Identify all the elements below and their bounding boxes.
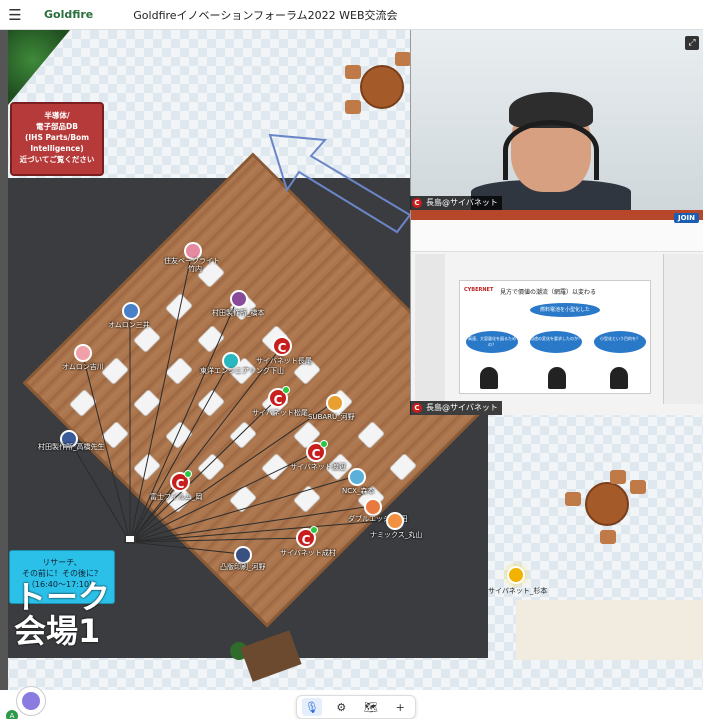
video-name-label: C 長島@サイバネット xyxy=(410,401,502,415)
participant-avatar[interactable] xyxy=(74,344,92,362)
video-name-text: 長島@サイバネット xyxy=(426,198,498,207)
participant-avatar[interactable] xyxy=(122,302,140,320)
participant-name: ナミックス_丸山 xyxy=(370,531,423,539)
expand-icon[interactable]: ⤢ xyxy=(685,36,699,50)
participant-avatar-cybernet[interactable]: C xyxy=(272,336,292,356)
headset-icon xyxy=(503,120,599,180)
session-info-line: リサーチ、 xyxy=(42,558,82,567)
participant-name: 東洋エンジニアリング下山 xyxy=(200,367,284,375)
bar-shelf xyxy=(516,600,703,660)
speaking-indicator xyxy=(184,470,192,478)
participant-avatar[interactable] xyxy=(386,512,404,530)
control-toolbar: 🎙 ⚙ 🗺 + xyxy=(296,695,416,719)
participant-name: 村田製作所_橋本 xyxy=(212,309,265,317)
map-icon[interactable]: 🗺 xyxy=(361,698,381,716)
person-figure-icon xyxy=(480,367,498,389)
event-title: Goldfireイノベーションフォーラム2022 WEB交流会 xyxy=(133,8,398,22)
assistant-badge: A xyxy=(6,710,18,719)
participant-name: オムロン三井 xyxy=(108,321,150,329)
talk-area-label: トーク 会場1 xyxy=(14,580,110,648)
participant-name: サイバネット松尾 xyxy=(252,409,308,417)
participant-name: 富士フイルム_岡 xyxy=(150,493,203,501)
talk-area-label-line1: トーク xyxy=(14,578,111,616)
presentation-slide: CYBERNET 見方で價値の潮流（網羅）以変わる 燃料電池を小型化した 高速、… xyxy=(459,280,651,394)
participant-avatar[interactable] xyxy=(348,468,366,486)
person-figure-icon xyxy=(548,367,566,389)
talk-area-label-line2: 会場1 xyxy=(14,612,101,650)
brand-logo: Goldfire xyxy=(44,8,94,21)
person-figure-icon xyxy=(610,367,628,389)
video-name-label: C 長島@サイバネット xyxy=(410,196,502,210)
cybernet-logo-icon: C xyxy=(412,403,422,413)
slide-cloud: 小型化という目的を？ xyxy=(594,331,646,353)
assistant-face-icon xyxy=(22,692,40,710)
participant-name: SUBARU_河野 xyxy=(308,413,355,421)
slide-logo: CYBERNET xyxy=(464,287,494,293)
participant-name: オムロン吉川 xyxy=(62,363,104,371)
video-name-text: 長島@サイバネット xyxy=(426,403,498,412)
speaking-indicator xyxy=(310,526,318,534)
top-bar: ☰ Goldfire Goldfireイノベーションフォーラム2022 WEB交… xyxy=(0,0,703,30)
participant-name: 村田製作所_高橋先生 xyxy=(38,443,105,451)
microphone-icon[interactable]: 🎙 xyxy=(301,698,322,716)
join-button[interactable]: JOIN xyxy=(673,213,699,223)
plus-icon[interactable]: + xyxy=(390,698,410,716)
assistant-avatar-button[interactable] xyxy=(16,686,46,716)
slide-title: 見方で價値の潮流（網羅）以変わる xyxy=(500,289,597,296)
participant-name: サイバネット成村 xyxy=(280,549,336,557)
hamburger-icon[interactable]: ☰ xyxy=(0,0,30,30)
video-feed-camera[interactable] xyxy=(410,30,703,210)
participant-name: 竹内 xyxy=(188,265,202,273)
cybernet-logo-icon: C xyxy=(412,198,422,208)
participant-name: NCX_森本 xyxy=(342,487,375,495)
speaking-indicator xyxy=(282,386,290,394)
slide-cloud-main: 燃料電池を小型化した xyxy=(530,303,600,317)
participant-name: 凸版印刷_河野 xyxy=(220,563,266,571)
participant-avatar-self[interactable] xyxy=(507,566,525,584)
participant-name: サイバネット_杉本 xyxy=(488,587,548,595)
slide-thumbnails xyxy=(415,254,445,404)
speaking-indicator xyxy=(320,440,328,448)
ppt-title-bar xyxy=(411,210,703,220)
participant-avatar[interactable] xyxy=(230,290,248,308)
speaker-hub-icon xyxy=(124,534,136,544)
ppt-ribbon xyxy=(411,220,703,252)
slide-cloud: 用途の変化を要求したのか？ xyxy=(530,331,582,353)
video-feed-screenshare[interactable]: JOIN CYBERNET 見方で價値の潮流（網羅）以変わる 燃料電池を小型化し… xyxy=(410,210,703,415)
slide-cloud: 高速、大容量化を図るための？ xyxy=(466,331,518,353)
settings-gear-icon[interactable]: ⚙ xyxy=(331,698,351,716)
ppt-side-panel xyxy=(663,254,703,404)
participant-name: サイバネット長尾 xyxy=(256,357,312,365)
participant-avatar[interactable] xyxy=(326,394,344,412)
participant-name: サイバネット渡辺 xyxy=(290,463,346,471)
